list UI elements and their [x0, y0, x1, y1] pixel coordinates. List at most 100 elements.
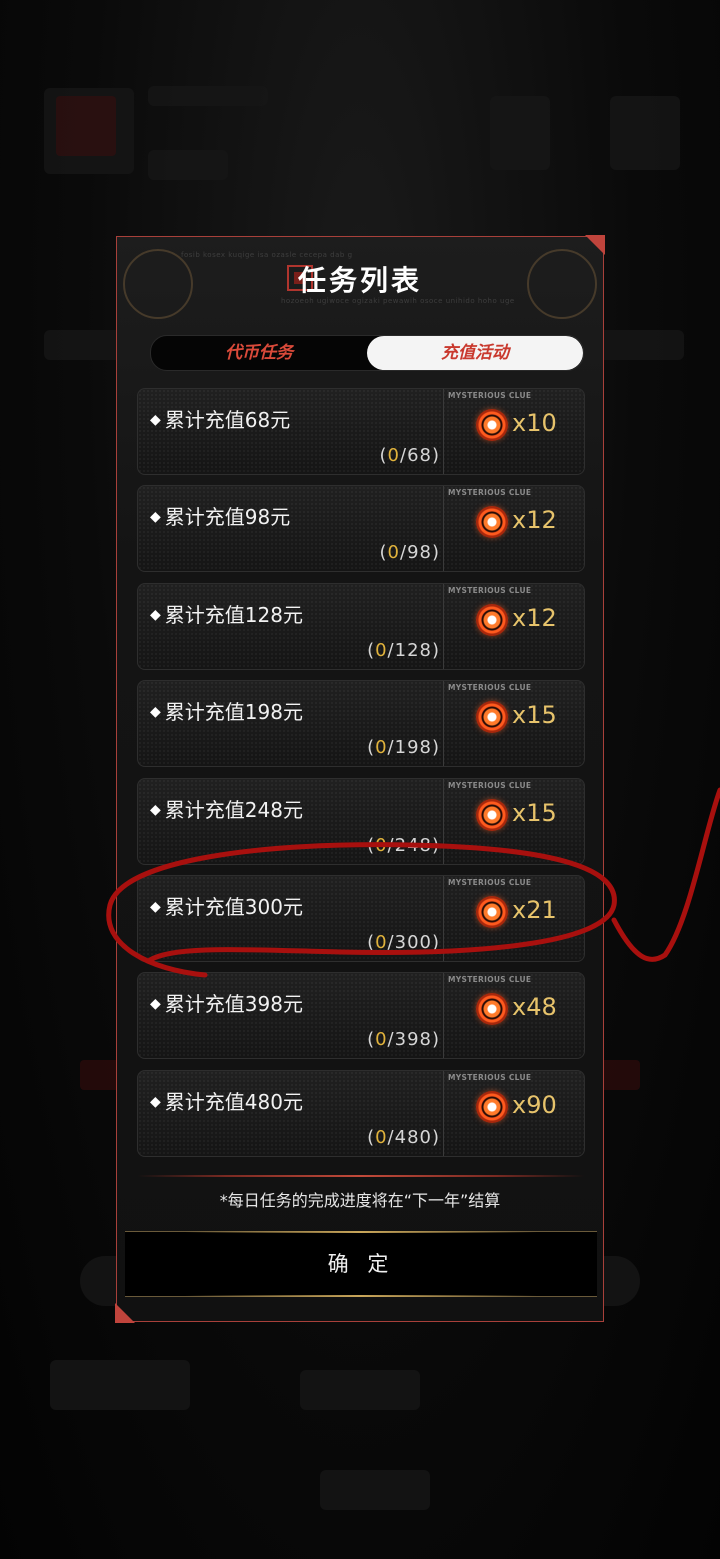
blurred-text: [148, 150, 228, 180]
corner-accent: [115, 1303, 135, 1323]
reward-caption: MYSTERIOUS CLUE: [448, 391, 532, 400]
divider: [137, 1175, 585, 1177]
blurred-icon: [610, 96, 680, 170]
progress-current: 0: [375, 639, 388, 661]
diamond-bullet-icon: ◆: [150, 412, 161, 428]
reward-quantity: x90: [512, 1090, 557, 1119]
clue-token-icon: [476, 701, 508, 734]
reward-divider: [443, 778, 444, 864]
task-name-text: 累计充值68元: [164, 408, 291, 432]
task-progress: (0/480): [367, 1127, 440, 1148]
diamond-bullet-icon: ◆: [150, 801, 161, 818]
task-row: ◆ 累计充值68元 (0/68) MYSTERIOUS CLUE x10: [137, 388, 585, 475]
progress-current: 0: [375, 931, 388, 953]
progress-target: /198): [387, 737, 440, 759]
reward-divider: [443, 486, 444, 572]
progress-open: (: [367, 737, 376, 759]
task-name: ◆ 累计充值248元: [150, 794, 303, 823]
task-name-text: 累计充值98元: [164, 505, 291, 530]
reward-divider: [443, 973, 444, 1059]
blurred-tab: [300, 1370, 420, 1410]
reward-quantity: x15: [512, 701, 557, 730]
task-name: ◆ 累计充值300元: [150, 891, 303, 920]
task-name-text: 累计充值248元: [164, 797, 303, 822]
progress-open: (: [367, 931, 376, 953]
clue-token-icon: [476, 603, 508, 636]
blurred-badge: [56, 96, 116, 156]
reward-quantity: x10: [512, 409, 557, 437]
corner-accent: [585, 235, 605, 255]
diamond-bullet-icon: ◆: [150, 996, 161, 1013]
blurred-tab: [320, 1470, 430, 1510]
reward-quantity: x48: [512, 993, 557, 1022]
reward-divider: [443, 583, 444, 669]
task-progress: (0/300): [367, 932, 440, 953]
progress-target: /98): [400, 542, 440, 564]
dialog-title: 任务列表: [297, 264, 422, 297]
progress-current: 0: [387, 445, 400, 466]
reward-caption: MYSTERIOUS CLUE: [448, 488, 532, 498]
progress-current: 0: [387, 542, 400, 564]
task-progress: (0/68): [380, 445, 440, 466]
progress-target: /480): [387, 1126, 440, 1148]
tab-bar: 代币任务 充值活动: [150, 335, 584, 371]
progress-open: (: [367, 639, 376, 661]
blurred-icon: [490, 96, 550, 170]
progress-open: (: [379, 445, 388, 466]
reward-divider: [443, 681, 444, 767]
progress-current: 0: [375, 737, 388, 759]
diamond-bullet-icon: ◆: [150, 606, 161, 623]
confirm-button[interactable]: 确 定: [125, 1231, 597, 1297]
clue-token-icon: [476, 798, 508, 831]
task-name-text: 累计充值198元: [164, 700, 303, 725]
task-name: ◆ 累计充值68元: [150, 404, 290, 433]
reward-quantity: x15: [512, 798, 557, 827]
task-progress: (0/128): [367, 640, 440, 661]
reward-quantity: x12: [512, 506, 557, 535]
task-row: ◆ 累计充值128元 (0/128) MYSTERIOUS CLUE x12: [137, 582, 585, 670]
blurred-tab: [50, 1360, 190, 1410]
tab-token-tasks[interactable]: 代币任务: [151, 336, 367, 370]
reward-caption: MYSTERIOUS CLUE: [448, 683, 532, 693]
progress-open: (: [367, 834, 376, 856]
task-list: ◆ 累计充值68元 (0/68) MYSTERIOUS CLUE x10 ◆ 累计充值98元…: [137, 388, 585, 1167]
progress-target: /398): [387, 1029, 440, 1051]
reward-caption: MYSTERIOUS CLUE: [448, 585, 532, 595]
progress-open: (: [367, 1126, 376, 1148]
task-row: ◆ 累计充值398元 (0/398) MYSTERIOUS CLUE x48: [137, 972, 585, 1060]
reward-divider: [443, 1070, 444, 1156]
tab-recharge-activity[interactable]: 充值活动: [367, 336, 583, 370]
reward-divider: [443, 389, 444, 474]
reward-quantity: x12: [512, 603, 557, 632]
clue-token-icon: [476, 993, 508, 1026]
task-name: ◆ 累计充值128元: [150, 599, 303, 628]
task-name: ◆ 累计充值480元: [150, 1086, 303, 1115]
reward-quantity: x21: [512, 895, 557, 924]
progress-current: 0: [375, 834, 388, 856]
task-name: ◆ 累计充值398元: [150, 988, 303, 1017]
task-name: ◆ 累计充值98元: [150, 501, 290, 530]
settlement-note: *每日任务的完成进度将在“下一年”结算: [219, 1191, 501, 1210]
progress-target: /300): [387, 931, 440, 953]
clue-token-icon: [476, 1090, 508, 1123]
task-name-text: 累计充值398元: [164, 992, 303, 1017]
task-row: ◆ 累计充值198元 (0/198) MYSTERIOUS CLUE x15: [137, 680, 585, 768]
reward-caption: MYSTERIOUS CLUE: [448, 1072, 532, 1082]
task-row: ◆ 累计充值300元 (0/300) MYSTERIOUS CLUE x21: [137, 874, 585, 962]
diamond-bullet-icon: ◆: [150, 1093, 161, 1110]
reward-divider: [443, 875, 444, 961]
progress-target: /248): [387, 834, 440, 856]
task-name-text: 累计充值300元: [164, 894, 303, 919]
diamond-bullet-icon: ◆: [150, 509, 161, 526]
decorative-text: fosib kosex kuqige isa ozasle cecepa dab…: [181, 251, 353, 259]
progress-open: (: [379, 542, 388, 564]
task-name: ◆ 累计充值198元: [150, 696, 303, 725]
progress-target: /68): [400, 445, 440, 466]
clue-token-icon: [476, 506, 508, 539]
progress-target: /128): [387, 639, 440, 661]
task-row: ◆ 累计充值480元 (0/480) MYSTERIOUS CLUE x90: [137, 1069, 585, 1157]
reward-caption: MYSTERIOUS CLUE: [448, 780, 532, 790]
task-name-text: 累计充值480元: [164, 1089, 303, 1114]
task-progress: (0/198): [367, 737, 440, 758]
reward-caption: MYSTERIOUS CLUE: [448, 975, 532, 985]
